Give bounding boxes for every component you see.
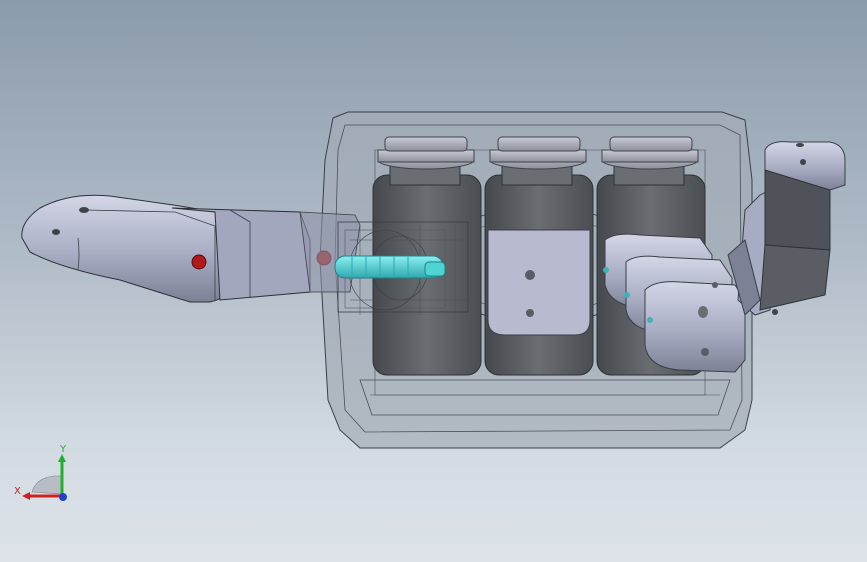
x-axis-label: X — [14, 486, 21, 497]
y-axis-label: Y — [59, 444, 67, 455]
z-axis-dot — [59, 493, 67, 501]
orientation-triad: Y X — [14, 444, 67, 501]
thumb-assembly[interactable] — [21, 194, 361, 303]
robot-hand-model[interactable] — [0, 0, 867, 562]
cad-viewport[interactable]: Y X — [0, 0, 867, 562]
center-bracket[interactable] — [487, 229, 591, 336]
